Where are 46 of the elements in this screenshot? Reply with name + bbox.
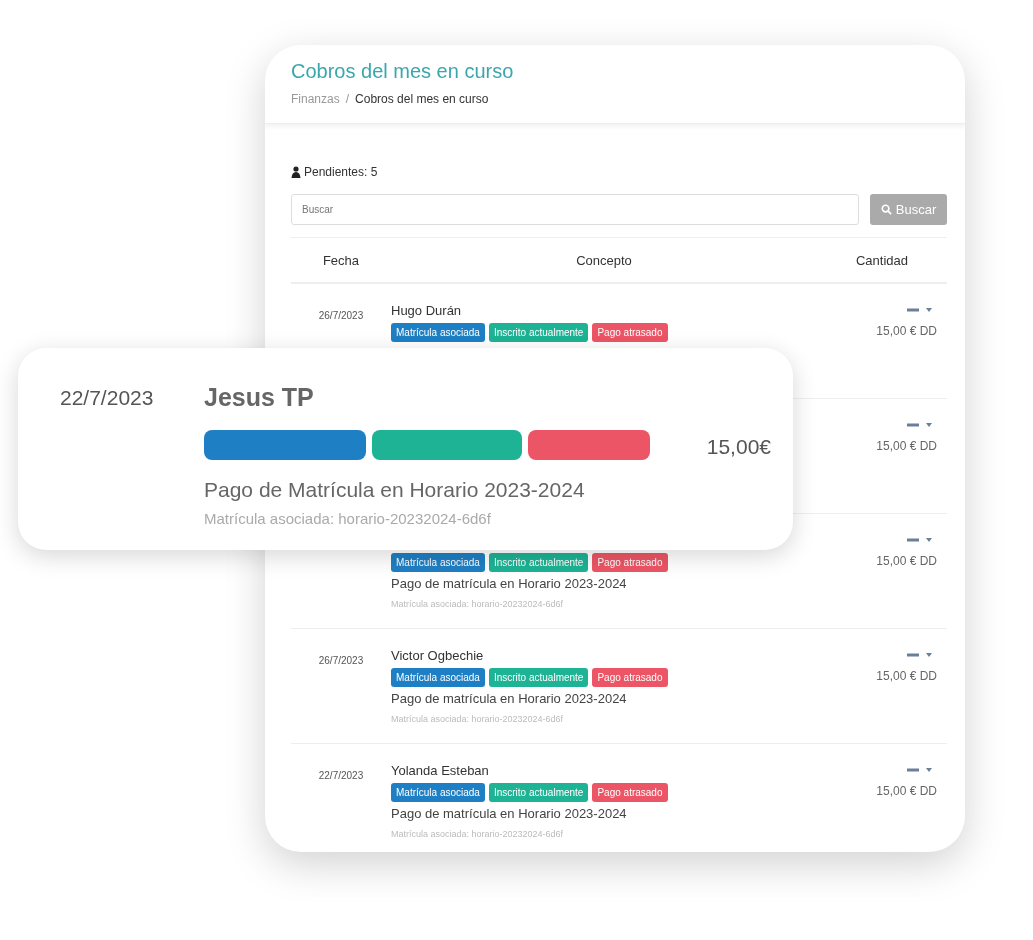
amount-cell: 15,00 € DD [876, 439, 937, 453]
column-header: Cantidad [854, 252, 909, 268]
card-date: 22/7/2023 [60, 385, 155, 411]
card-amount: 15,00€ [706, 434, 771, 460]
search-icon [880, 204, 892, 215]
date-cell: 26/7/2023 [318, 310, 364, 321]
pending-count: Pendientes: 5 [304, 165, 378, 179]
column-header: Fecha [321, 252, 361, 268]
amount-cell: 15,00 € DD [876, 669, 937, 683]
concept-text: Pago de matrícula en Horario 2023-2024 [391, 805, 628, 823]
detail-text: Matrícula asociada: horario-20232024-6d6f [391, 829, 565, 839]
card-concept: Pago de Matrícula en Horario 2023-2024 [204, 478, 586, 502]
card-name: Jesus TP [204, 382, 315, 412]
breadcrumb-item[interactable]: Cobros del mes en curso [355, 91, 489, 107]
amount-cell: 15,00 € DD [876, 554, 937, 568]
status-tag: Inscrito actualmente [488, 783, 589, 802]
amount-cell: 15,00 € DD [876, 784, 937, 798]
date-cell: 26/7/2023 [318, 655, 364, 666]
concept-text: Pago de matrícula en Horario 2023-2024 [391, 575, 628, 593]
detail-text: Matrícula asociada: horario-20232024-6d6f [391, 714, 565, 724]
page-title: Cobros del mes en curso [291, 59, 515, 84]
status-tag: Matrícula asociada [391, 668, 485, 687]
status-tag: Pago atrasado [592, 323, 668, 342]
breadcrumb-item[interactable]: Finanzas [291, 91, 340, 107]
detail-text: Matrícula asociada: horario-20232024-6d6f [391, 599, 565, 609]
breadcrumb-separator: / [345, 91, 350, 107]
status-tag: Matrícula asociada [391, 323, 485, 342]
card-detail: Matrícula asociada: horario-20232024-6d6f [204, 510, 492, 527]
status-tag: Matrícula asociada [391, 553, 485, 572]
student-name: Yolanda Esteban [391, 762, 490, 780]
status-tag: Pago atrasado [592, 783, 668, 802]
person-icon [291, 166, 301, 178]
student-name: Hugo Durán [391, 302, 463, 320]
status-tag: Pago atrasado [592, 553, 668, 572]
date-cell: 22/7/2023 [318, 770, 364, 781]
status-tag: Inscrito actualmente [488, 668, 589, 687]
column-header: Concepto [575, 252, 633, 268]
status-tag: Pago atrasado [592, 668, 668, 687]
search-button[interactable]: Buscar [870, 194, 947, 225]
status-tag: Inscrito actualmente [488, 553, 589, 572]
student-name: Victor Ogbechie [391, 647, 485, 665]
status-tag: Inscrito actualmente [488, 323, 589, 342]
status-tag: Matrícula asociada [391, 783, 485, 802]
amount-cell: 15,00 € DD [876, 324, 937, 338]
search-field[interactable]: Buscar [291, 194, 859, 225]
concept-text: Pago de matrícula en Horario 2023-2024 [391, 690, 628, 708]
